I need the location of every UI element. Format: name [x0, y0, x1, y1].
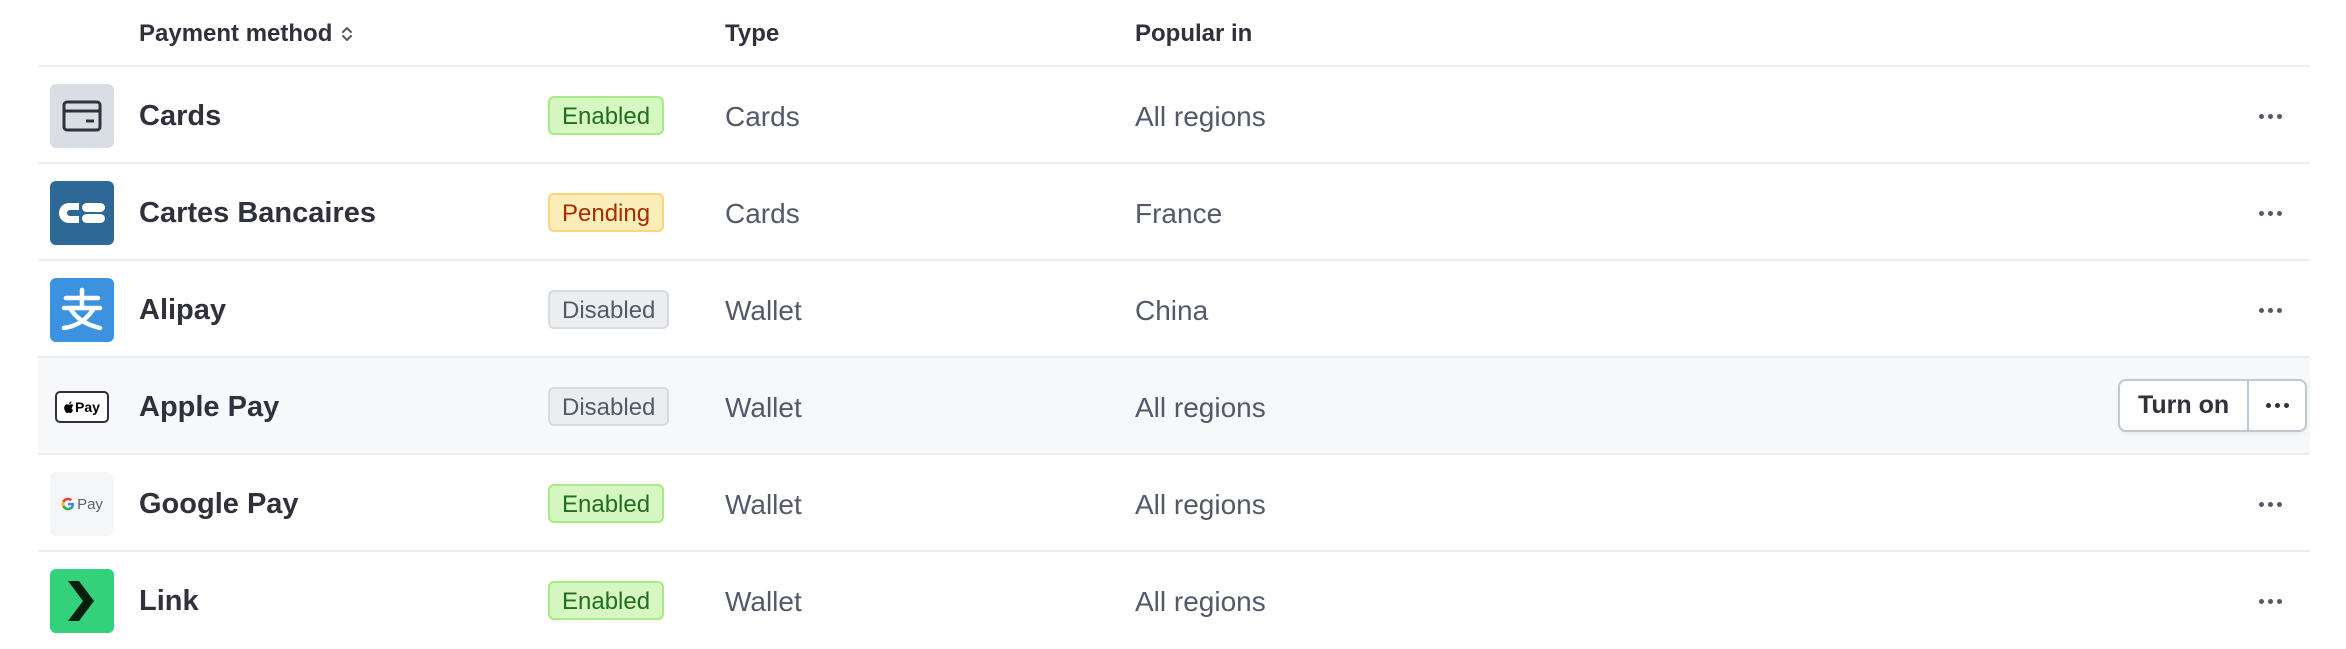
table-row[interactable]: Pay Google Pay Enabled Wallet All region…: [38, 455, 2310, 552]
payment-method-name: Apple Pay: [139, 391, 280, 423]
payment-method-column-header[interactable]: Payment method: [139, 20, 354, 48]
more-options-button[interactable]: [2248, 94, 2292, 138]
apple-pay-logo: Pay: [50, 375, 114, 439]
payment-method-name: Link: [139, 585, 199, 617]
payment-method-name: Cartes Bancaires: [139, 197, 376, 229]
ellipsis-icon: [2258, 307, 2282, 313]
payment-method-name: Cards: [139, 100, 222, 132]
ellipsis-icon: [2265, 403, 2289, 408]
popular-in-cell: All regions: [1135, 392, 1266, 423]
popular-in-cell: All regions: [1135, 586, 1266, 617]
popular-in-cell: China: [1135, 295, 1209, 326]
ellipsis-icon: [2258, 113, 2282, 119]
type-column-header: Type: [725, 20, 779, 48]
status-badge: Enabled: [548, 581, 665, 620]
more-options-button[interactable]: [2248, 191, 2292, 235]
table-row[interactable]: Cards Enabled Cards All regions: [38, 67, 2310, 164]
cartes-bancaires-logo: [50, 181, 114, 245]
type-header-label: Type: [725, 20, 780, 47]
table-row[interactable]: Pay Apple Pay Disabled Wallet All region…: [38, 358, 2310, 455]
apple-icon: [64, 401, 74, 413]
google-pay-logo: Pay: [50, 472, 114, 536]
table-header: Payment method Type Popular in: [38, 0, 2310, 67]
popular-in-cell: All regions: [1135, 489, 1266, 520]
popular-in-header-label: Popular in: [1135, 20, 1253, 47]
payment-method-name: Alipay: [139, 294, 227, 326]
popular-in-column-header: Popular in: [1135, 20, 1252, 48]
more-options-button[interactable]: [2248, 482, 2292, 526]
type-cell: Cards: [725, 198, 800, 229]
link-logo: [50, 569, 114, 633]
type-cell: Wallet: [725, 295, 802, 326]
ellipsis-icon: [2258, 501, 2282, 507]
table-row[interactable]: Link Enabled Wallet All regions: [38, 552, 2310, 649]
type-cell: Cards: [725, 101, 800, 132]
status-badge: Enabled: [548, 96, 665, 135]
google-pay-logo-text: Pay: [77, 495, 103, 513]
google-g-icon: [61, 497, 75, 511]
table-row[interactable]: Cartes Bancaires Pending Cards France: [38, 164, 2310, 261]
more-options-button[interactable]: [2248, 288, 2292, 332]
status-badge: Disabled: [548, 387, 670, 426]
type-cell: Wallet: [725, 586, 802, 617]
apple-pay-logo-text: Pay: [75, 399, 100, 415]
alipay-logo: [50, 278, 114, 342]
credit-card-icon: [50, 84, 114, 148]
popular-in-cell: All regions: [1135, 101, 1266, 132]
status-badge: Pending: [548, 193, 665, 232]
more-options-button[interactable]: [2249, 381, 2305, 430]
table-row[interactable]: Alipay Disabled Wallet China: [38, 261, 2310, 358]
popular-in-cell: France: [1135, 198, 1223, 229]
payment-method-header-label: Payment method: [139, 20, 333, 47]
more-options-button[interactable]: [2248, 579, 2292, 623]
type-cell: Wallet: [725, 392, 802, 423]
type-cell: Wallet: [725, 489, 802, 520]
status-badge: Disabled: [548, 290, 670, 329]
row-action-group: Turn on: [2118, 379, 2308, 432]
ellipsis-icon: [2258, 598, 2282, 604]
turn-on-button[interactable]: Turn on: [2120, 381, 2250, 430]
payment-method-name: Google Pay: [139, 488, 299, 520]
ellipsis-icon: [2258, 210, 2282, 216]
payment-methods-table: Payment method Type Popular in Cards Ena…: [38, 0, 2310, 649]
status-badge: Enabled: [548, 484, 665, 523]
sort-icon[interactable]: [340, 24, 354, 44]
